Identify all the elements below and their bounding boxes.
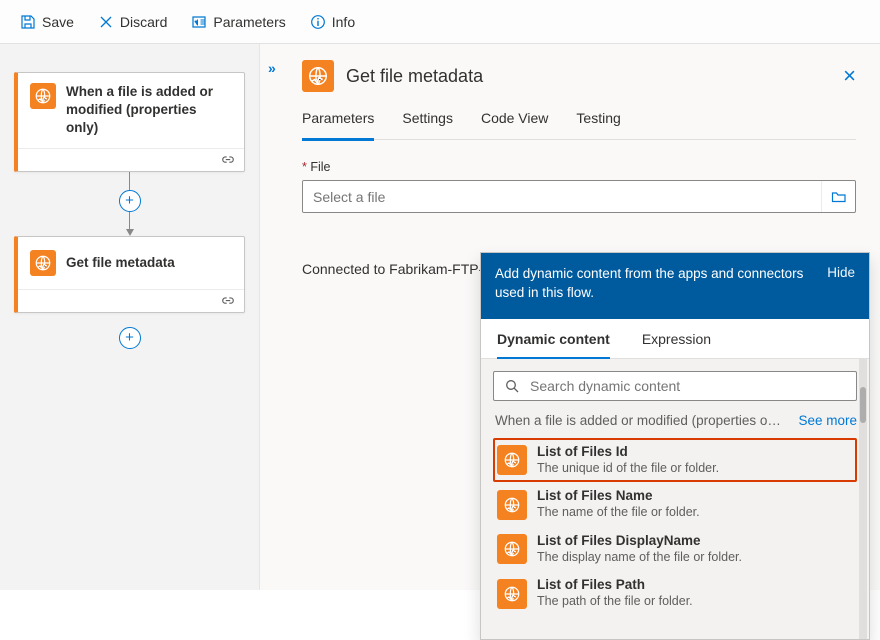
folder-picker-button[interactable]: [821, 181, 855, 212]
dc-item-desc: The name of the file or folder.: [537, 505, 700, 521]
dc-item-list-of-files-path[interactable]: List of Files Path The path of the file …: [493, 571, 857, 616]
link-icon: [220, 153, 236, 167]
info-button[interactable]: Info: [300, 8, 365, 36]
link-icon: [220, 294, 236, 308]
parameters-icon: [191, 14, 207, 30]
see-more-link[interactable]: See more: [798, 413, 857, 428]
popover-header-text: Add dynamic content from the apps and co…: [495, 265, 815, 303]
tab-parameters[interactable]: Parameters: [302, 110, 374, 141]
tab-settings[interactable]: Settings: [402, 110, 453, 139]
dc-item-list-of-files-name[interactable]: List of Files Name The name of the file …: [493, 482, 857, 527]
dc-item-title: List of Files Name: [537, 488, 700, 505]
discard-button[interactable]: Discard: [88, 8, 177, 36]
dc-item-desc: The path of the file or folder.: [537, 594, 693, 610]
file-input[interactable]: [302, 180, 856, 213]
add-step-button-end[interactable]: +: [119, 327, 141, 349]
connector-arrow: +: [14, 172, 245, 236]
popover-body: When a file is added or modified (proper…: [481, 359, 869, 639]
tab-testing[interactable]: Testing: [576, 110, 620, 139]
trigger-title: When a file is added or modified (proper…: [66, 83, 232, 138]
search-icon: [504, 378, 520, 394]
dc-item-desc: The display name of the file or folder.: [537, 550, 742, 566]
action-icon: [30, 250, 56, 276]
discard-icon: [98, 14, 114, 30]
dc-item-icon: [497, 490, 527, 520]
save-icon: [20, 14, 36, 30]
detail-title: Get file metadata: [346, 66, 831, 87]
toolbar: Save Discard Parameters Info: [0, 0, 880, 44]
parameters-label: Parameters: [213, 14, 285, 30]
dynamic-content-search[interactable]: [493, 371, 857, 401]
dynamic-content-popover: Add dynamic content from the apps and co…: [480, 252, 870, 640]
dynamic-content-source: When a file is added or modified (proper…: [495, 413, 857, 428]
dc-item-icon: [497, 579, 527, 609]
dc-item-title: List of Files DisplayName: [537, 533, 742, 550]
popover-tabs: Dynamic content Expression: [481, 319, 869, 359]
add-step-button[interactable]: +: [119, 190, 141, 212]
trigger-icon: [30, 83, 56, 109]
trigger-node[interactable]: When a file is added or modified (proper…: [14, 72, 245, 172]
dynamic-content-search-input[interactable]: [520, 378, 846, 394]
action-title: Get file metadata: [66, 254, 175, 272]
tab-dynamic-content[interactable]: Dynamic content: [497, 331, 610, 360]
detail-action-icon: [302, 60, 334, 92]
flow-canvas: When a file is added or modified (proper…: [0, 44, 260, 590]
hide-button[interactable]: Hide: [827, 265, 855, 280]
dc-item-title: List of Files Id: [537, 444, 719, 461]
dc-item-title: List of Files Path: [537, 577, 693, 594]
action-node[interactable]: Get file metadata: [14, 236, 245, 313]
popover-header: Add dynamic content from the apps and co…: [481, 253, 869, 319]
info-icon: [310, 14, 326, 30]
popover-scrollbar[interactable]: [859, 359, 867, 639]
popover-scrollbar-thumb[interactable]: [860, 387, 866, 423]
dc-item-list-of-files-id[interactable]: List of Files Id The unique id of the fi…: [493, 438, 857, 483]
dynamic-content-source-title: When a file is added or modified (proper…: [495, 413, 781, 428]
save-label: Save: [42, 14, 74, 30]
tab-code-view[interactable]: Code View: [481, 110, 548, 139]
detail-tabs: Parameters Settings Code View Testing: [302, 106, 856, 140]
dc-item-icon: [497, 534, 527, 564]
detail-header: Get file metadata ×: [302, 60, 856, 92]
discard-label: Discard: [120, 14, 167, 30]
collapse-button[interactable]: »: [268, 60, 276, 76]
info-label: Info: [332, 14, 355, 30]
dc-item-desc: The unique id of the file or folder.: [537, 461, 719, 477]
detail-panel: » Get file metadata × Parameters Setting…: [260, 44, 880, 590]
file-field-label: File: [302, 160, 856, 174]
dc-item-icon: [497, 445, 527, 475]
close-button[interactable]: ×: [843, 63, 856, 89]
parameters-button[interactable]: Parameters: [181, 8, 295, 36]
file-textbox[interactable]: [303, 181, 821, 212]
dc-item-list-of-files-displayname[interactable]: List of Files DisplayName The display na…: [493, 527, 857, 572]
tab-expression[interactable]: Expression: [642, 331, 711, 358]
save-button[interactable]: Save: [10, 8, 84, 36]
